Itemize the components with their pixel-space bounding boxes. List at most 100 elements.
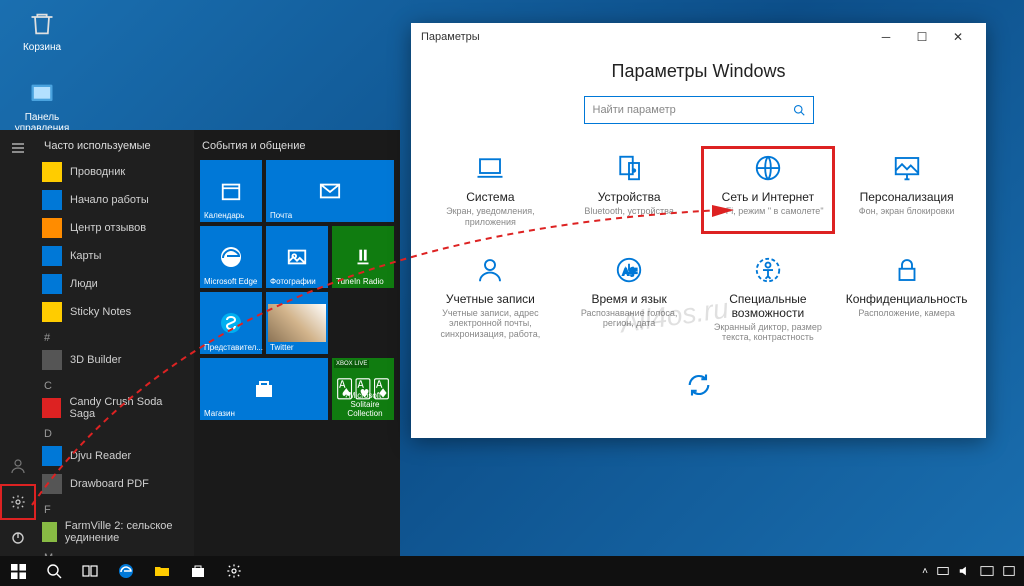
tile-icon [317,180,343,202]
category-desc: Фон, экран блокировки [846,206,968,217]
power-icon[interactable] [0,520,36,556]
category-desc: Распознавание голоса, регион, дата [568,308,690,330]
tile-label: Microsoft Solitaire Collection [336,391,394,418]
tile[interactable]: Представител... [200,292,262,354]
category-title: Система [429,190,551,204]
settings-search-input[interactable]: Найти параметр [584,96,814,124]
user-icon[interactable] [0,448,36,484]
section-letter[interactable]: F [36,498,194,518]
tile-icon [286,246,308,268]
taskbar-settings-icon[interactable] [216,556,252,586]
section-letter[interactable]: # [36,326,194,346]
tile[interactable]: Microsoft Edge [200,226,262,288]
app-icon [42,446,62,466]
search-icon [793,104,805,116]
settings-heading: Параметры Windows [421,61,976,82]
category-devices[interactable]: УстройстваBluetooth, устройства [564,148,694,232]
tile-icon [352,246,374,268]
section-letter[interactable]: M [36,546,194,556]
category-title: Персонализация [846,190,968,204]
tile[interactable]: TuneIn Radio [332,226,394,288]
tray-network-icon[interactable] [936,564,950,578]
category-title: Сеть и Интернет [707,190,829,204]
tile-icon [220,180,242,202]
tray-notifications-icon[interactable] [1002,564,1016,578]
app-label: Люди [70,278,98,290]
start-apps-list: Часто используемые ПроводникНачало работ… [36,130,194,556]
section-letter[interactable]: D [36,422,194,442]
tray-lang-icon[interactable] [980,564,994,578]
app-item[interactable]: Sticky Notes [36,298,194,326]
app-label: Djvu Reader [70,450,131,462]
app-icon [42,162,62,182]
tray-volume-icon[interactable] [958,564,972,578]
category-laptop[interactable]: СистемаЭкран, уведомления, приложения [425,148,555,232]
taskbar-edge-icon[interactable] [108,556,144,586]
close-button[interactable]: ✕ [940,23,976,51]
tile[interactable]: XBOX LIVE🂡🂱🃁Microsoft Solitaire Collecti… [332,358,394,420]
devices-icon [613,152,645,184]
category-time[interactable]: A字Время и языкРаспознавание голоса, реги… [564,250,694,348]
category-globe[interactable]: Сеть и Интернет Wi-Fi, режим " в самолете… [703,148,833,232]
app-label: Candy Crush Soda Saga [69,396,188,420]
desktop-icon-control-panel[interactable]: Панель управления [12,78,72,134]
tile-label: Магазин [204,409,235,418]
settings-rail-button[interactable] [0,484,36,520]
app-item[interactable]: Начало работы [36,186,194,214]
tile[interactable]: Магазин [200,358,328,420]
app-label: Проводник [70,166,125,178]
app-item[interactable]: Djvu Reader [36,442,194,470]
category-desc: Bluetooth, устройства [568,206,690,217]
trash-icon [26,8,58,40]
app-item[interactable]: Candy Crush Soda Saga [36,394,194,422]
app-icon [42,246,62,266]
category-accounts[interactable]: Учетные записиУчетные записи, адрес элек… [425,250,555,348]
tile-icon [252,377,276,401]
taskbar-explorer-icon[interactable] [144,556,180,586]
app-item[interactable]: Центр отзывов [36,214,194,242]
taskbar-tray[interactable]: ˄ [922,564,1024,578]
app-label: 3D Builder [70,354,121,366]
tile[interactable]: Календарь [200,160,262,222]
start-menu: Часто используемые ПроводникНачало работ… [0,130,400,556]
xbox-badge: XBOX LIVE [334,360,369,368]
category-privacy[interactable]: КонфиденциальностьРасположение, камера [842,250,972,348]
window-titlebar[interactable]: Параметры ─ ☐ ✕ [411,23,986,51]
control-panel-icon [26,78,58,110]
desktop-icon-trash[interactable]: Корзина [12,8,72,53]
start-rail [0,130,36,556]
app-item[interactable]: Карты [36,242,194,270]
desktop-icon-label: Корзина [12,42,72,53]
tiles-header: События и общение [200,138,394,160]
hamburger-icon[interactable] [0,130,36,166]
section-letter[interactable]: C [36,374,194,394]
app-item[interactable]: Люди [36,270,194,298]
tile[interactable]: Twitter [266,292,328,354]
tile-icon [219,245,243,269]
app-item[interactable]: FarmVille 2: сельское уединение [36,518,194,546]
app-icon [42,350,62,370]
tile-label: Почта [270,211,292,220]
globe-icon [752,152,784,184]
category-desc: Wi-Fi, режим " в самолете" [707,206,829,217]
tray-chevron-icon[interactable]: ˄ [922,566,928,577]
app-item[interactable]: Проводник [36,158,194,186]
search-taskbar-icon[interactable] [36,556,72,586]
app-item[interactable]: 3D Builder [36,346,194,374]
taskview-icon[interactable] [72,556,108,586]
start-button[interactable] [0,556,36,586]
taskbar-store-icon[interactable] [180,556,216,586]
ease-icon [752,254,784,286]
category-desc: Учетные записи, адрес электронной почты,… [429,308,551,340]
category-personalize[interactable]: Персонализация Фон, экран блокировки [842,148,972,232]
privacy-icon [891,254,923,286]
tile-label: Twitter [270,343,294,352]
app-item[interactable]: Drawboard PDF [36,470,194,498]
category-update[interactable] [634,365,764,411]
tile[interactable]: Фотографии [266,226,328,288]
category-ease[interactable]: Специальные возможностиЭкранный диктор, … [703,250,833,348]
maximize-button[interactable]: ☐ [904,23,940,51]
minimize-button[interactable]: ─ [868,23,904,51]
tile[interactable]: Почта [266,160,394,222]
category-title: Конфиденциальность [846,292,968,306]
